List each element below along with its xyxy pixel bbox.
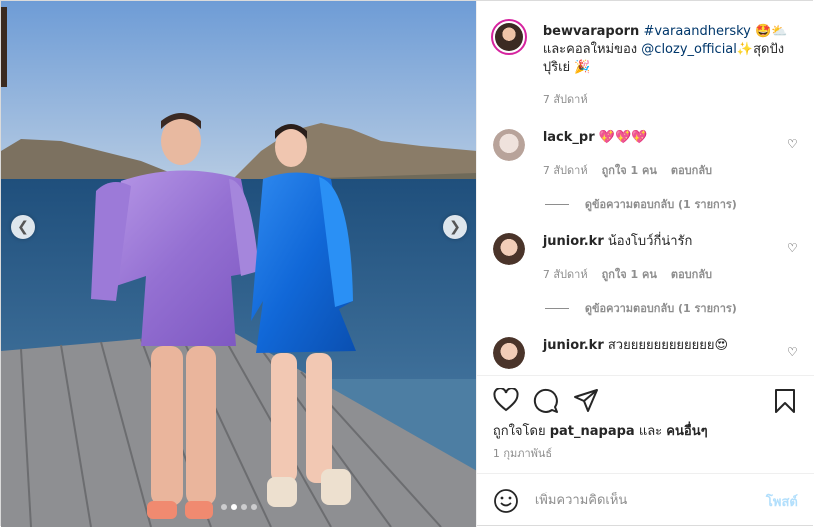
author-avatar[interactable] [490, 19, 527, 55]
comment-time[interactable]: 7 สัปดาห์ [543, 164, 588, 177]
comment-like-button[interactable]: ♡ [787, 241, 798, 255]
chevron-right-icon: ❯ [449, 219, 461, 235]
post-date[interactable]: 1 กุมภาพันธ์ [493, 444, 552, 462]
carousel-next-button[interactable]: ❯ [443, 215, 467, 239]
bookmark-icon [774, 389, 795, 413]
comment-reply-button[interactable]: ตอบกลับ [671, 268, 712, 281]
caption-line2-suffix: ✨สุดปัง [736, 42, 785, 57]
share-button[interactable] [573, 388, 599, 418]
comment-avatar[interactable] [492, 337, 525, 369]
comment-username[interactable]: junior.kr [543, 234, 604, 249]
caption-hashtag[interactable]: #varaandhersky [643, 24, 750, 39]
caption-username[interactable]: bewvaraporn [543, 24, 639, 39]
comment-reply-button[interactable]: ตอบกลับ [671, 164, 712, 177]
instagram-post: ❮ ❯ bewvaraporn #varaandhersky 🤩⛅ และคอล… [0, 0, 814, 529]
heart-icon [493, 387, 519, 412]
comments-list[interactable]: bewvaraporn #varaandhersky 🤩⛅ และคอลใหม่… [477, 1, 814, 375]
likes-and: และ [634, 424, 667, 439]
likes-user-link[interactable]: pat_napapa [550, 424, 635, 439]
comment-text: junior.kr น้องโบว์กี่น่ารัก [543, 233, 693, 251]
comment-body: น้องโบว์กี่น่ารัก [607, 234, 693, 249]
carousel-dot [251, 504, 257, 510]
comment-meta: 7 สัปดาห์ ถูกใจ 1 คน ตอบกลับ [543, 161, 726, 179]
replies-line [544, 307, 569, 309]
emoji-button[interactable] [493, 488, 519, 518]
caption-line3: ปุริเย่ 🎉 [542, 60, 591, 75]
caption-line2-prefix: และคอลใหม่ของ [542, 42, 642, 57]
carousel-dot [241, 504, 247, 510]
carousel-dot [221, 504, 227, 510]
comment-avatar[interactable] [492, 129, 525, 161]
comment-body: 💖💖💖 [598, 130, 648, 145]
heart-outline-icon: ♡ [786, 137, 798, 151]
post-photo[interactable]: ❮ ❯ [1, 1, 476, 527]
like-button[interactable] [493, 387, 519, 416]
chevron-left-icon: ❮ [17, 219, 29, 235]
comment-likes[interactable]: ถูกใจ 1 คน [602, 268, 657, 281]
comment-input[interactable] [532, 492, 757, 509]
replies-line [544, 203, 569, 205]
comment-body: สวยยยยยยยยยยยย😍 [607, 338, 729, 353]
caption-time[interactable]: 7 สัปดาห์ [543, 90, 588, 108]
heart-outline-icon: ♡ [786, 241, 798, 255]
caption-emoji: 🤩⛅ [755, 24, 788, 39]
likes-others-link[interactable]: คนอื่นๆ [666, 424, 707, 439]
heart-outline-icon: ♡ [786, 345, 798, 359]
comment-text: lack_pr 💖💖💖 [543, 129, 648, 147]
comment-time[interactable]: 7 สัปดาห์ [543, 268, 588, 281]
smiley-icon [493, 489, 518, 513]
comment-meta: 7 สัปดาห์ ถูกใจ 1 คน ตอบกลับ [543, 265, 726, 283]
photo-scene [1, 1, 476, 527]
caption-mention[interactable]: @clozy_official [641, 42, 737, 57]
save-button[interactable] [774, 388, 796, 418]
post-sidebar: bewvaraporn #varaandhersky 🤩⛅ และคอลใหม่… [475, 1, 814, 529]
likes-summary: ถูกใจโดย pat_napapa และ คนอื่นๆ [493, 420, 708, 441]
likes-prefix: ถูกใจโดย [492, 424, 550, 439]
view-replies-label: ดูข้อความตอบกลับ (1 รายการ) [584, 198, 737, 211]
view-replies-button[interactable]: ดูข้อความตอบกลับ (1 รายการ) [544, 195, 737, 213]
comment-username[interactable]: lack_pr [543, 130, 595, 145]
add-comment-form: โพสต์ [476, 473, 814, 529]
view-replies-button[interactable]: ดูข้อความตอบกลับ (1 รายการ) [544, 299, 737, 317]
comment-text: junior.kr สวยยยยยยยยยยยย😍 [543, 337, 728, 355]
post-actions: ถูกใจโดย pat_napapa และ คนอื่นๆ 1 กุมภาพ… [476, 375, 814, 529]
comment-icon [533, 388, 558, 413]
comment-button[interactable] [533, 388, 559, 418]
comment-like-button[interactable]: ♡ [787, 345, 798, 359]
paper-plane-icon [573, 389, 598, 412]
carousel-dot-active [231, 504, 237, 510]
comment-like-button[interactable]: ♡ [787, 137, 798, 151]
post-comment-button[interactable]: โพสต์ [766, 491, 798, 512]
carousel-prev-button[interactable]: ❮ [11, 215, 35, 239]
comment-likes[interactable]: ถูกใจ 1 คน [602, 164, 657, 177]
caption-text: bewvaraporn #varaandhersky 🤩⛅ และคอลใหม่… [543, 23, 803, 77]
comment-username[interactable]: junior.kr [543, 338, 604, 353]
view-replies-label: ดูข้อความตอบกลับ (1 รายการ) [584, 302, 737, 315]
comment-avatar[interactable] [492, 233, 525, 265]
carousel-indicator [221, 504, 257, 510]
